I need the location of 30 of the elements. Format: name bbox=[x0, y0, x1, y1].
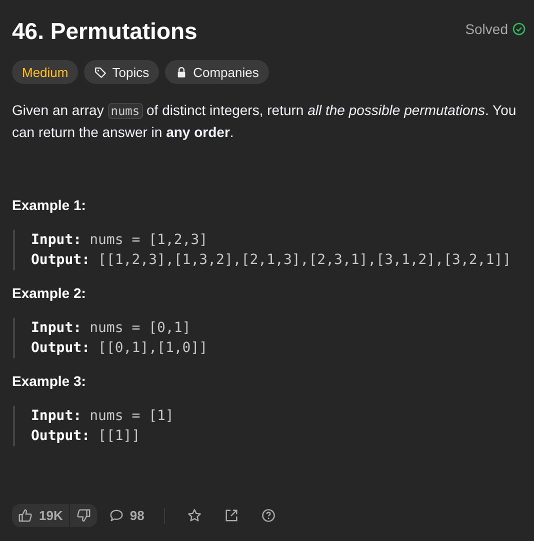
example-label: Input: bbox=[31, 232, 82, 248]
example-label: Input: bbox=[31, 408, 82, 424]
example-value: [[1]] bbox=[98, 428, 140, 444]
example-heading: Example 3: bbox=[12, 373, 87, 389]
example-label: Output: bbox=[31, 428, 90, 444]
like-button[interactable]: 19K bbox=[12, 504, 69, 527]
example-label: Input: bbox=[31, 320, 82, 336]
companies-button[interactable]: Companies bbox=[165, 60, 269, 84]
help-icon[interactable] bbox=[261, 508, 276, 523]
tag-icon bbox=[94, 66, 108, 78]
comments-button[interactable]: 98 bbox=[102, 504, 150, 527]
example-heading: Example 1: bbox=[12, 197, 87, 213]
speech-bubble-icon bbox=[108, 508, 124, 523]
example-label: Output: bbox=[31, 252, 90, 268]
example-heading: Example 2: bbox=[12, 285, 87, 301]
problem-title: 46. Permutations bbox=[12, 18, 198, 45]
thumbs-down-icon bbox=[76, 508, 91, 523]
example-label: Output: bbox=[31, 340, 90, 356]
difficulty-badge: Medium bbox=[12, 60, 78, 84]
example-value: nums = [1] bbox=[90, 408, 174, 424]
example-value: [[1,2,3],[1,3,2],[2,1,3],[2,3,1],[3,1,2],[3,2,1]] bbox=[98, 252, 512, 268]
thumbs-up-icon bbox=[18, 508, 33, 523]
share-icon[interactable] bbox=[224, 508, 240, 523]
solved-status: Solved bbox=[465, 20, 508, 36]
topics-button[interactable]: Topics bbox=[84, 60, 160, 84]
example-value: nums = [1,2,3] bbox=[90, 232, 208, 248]
example-value: nums = [0,1] bbox=[90, 320, 191, 336]
example-value: [[0,1],[1,0]] bbox=[98, 340, 208, 356]
star-icon[interactable] bbox=[187, 508, 202, 523]
problem-description: Given an array nums of distinct integers, return all the possible permutations. You can return the answer in any order. bbox=[12, 101, 518, 142]
